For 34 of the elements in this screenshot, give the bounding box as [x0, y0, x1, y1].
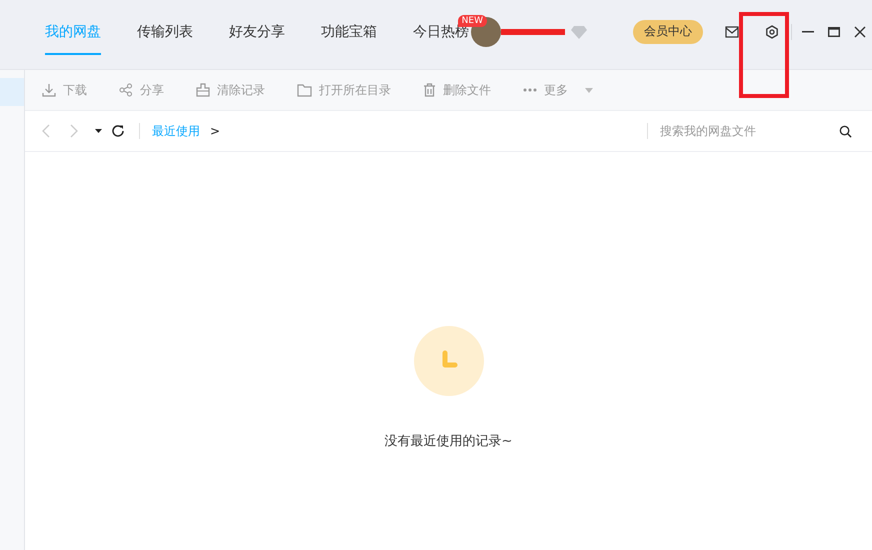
- search-icon[interactable]: [839, 124, 852, 138]
- caret-icon: [585, 88, 593, 92]
- minimize-icon[interactable]: [802, 30, 814, 32]
- share-button[interactable]: 分享: [119, 82, 164, 98]
- nav-tab[interactable]: 好友分享: [211, 0, 303, 70]
- clear-button[interactable]: 清除记录: [196, 82, 265, 98]
- dropdown-caret-icon[interactable]: [95, 129, 102, 133]
- mail-icon[interactable]: [725, 26, 739, 38]
- download-button[interactable]: 下载: [42, 82, 87, 98]
- search-field[interactable]: 搜索我的网盘文件: [660, 124, 852, 138]
- empty-state-message: 没有最近使用的记录~: [384, 433, 512, 450]
- refresh-icon[interactable]: [111, 124, 125, 138]
- more-icon: [523, 88, 537, 92]
- nav-tab[interactable]: 传输列表: [119, 0, 211, 70]
- clock-icon: [414, 326, 484, 396]
- folder-button[interactable]: 打开所在目录: [297, 82, 391, 98]
- trash-icon: [423, 83, 436, 97]
- basket-icon: [196, 83, 210, 97]
- close-icon[interactable]: [854, 26, 866, 38]
- nav-tab[interactable]: 功能宝箱: [303, 0, 395, 70]
- new-badge: NEW: [458, 14, 487, 26]
- nav-tab[interactable]: 我的网盘: [27, 0, 119, 70]
- delete-button[interactable]: 删除文件: [423, 82, 491, 98]
- settings-icon[interactable]: [765, 24, 779, 38]
- download-icon: [42, 83, 56, 97]
- diamond-icon: [571, 24, 587, 38]
- maximize-icon[interactable]: [828, 26, 840, 36]
- more-button[interactable]: 更多: [523, 82, 593, 98]
- redaction-mark: [501, 28, 565, 34]
- share-icon: [119, 83, 133, 97]
- breadcrumb-separator: >: [210, 124, 220, 138]
- breadcrumb-link[interactable]: 最近使用: [152, 122, 200, 140]
- folder-icon: [297, 84, 312, 96]
- vip-center-button[interactable]: 会员中心: [633, 20, 703, 44]
